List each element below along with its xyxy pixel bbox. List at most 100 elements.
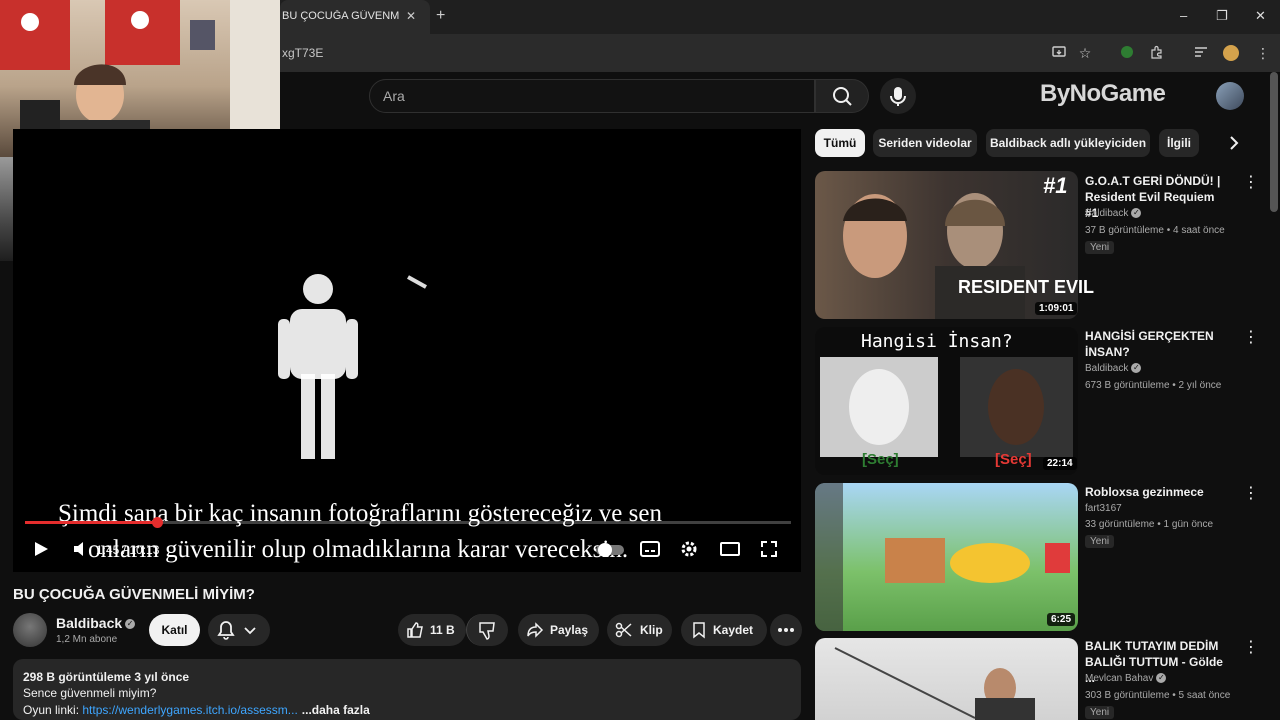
voice-search-button[interactable] (880, 78, 916, 114)
channel-name-text[interactable]: Baldiback (56, 615, 122, 631)
chip-series[interactable]: Seriden videolar (873, 129, 977, 157)
search-input[interactable]: Ara (383, 88, 405, 104)
more-actions-button[interactable] (770, 614, 802, 646)
rec-channel[interactable]: Baldiback ✓ (1085, 208, 1142, 219)
theater-mode-button[interactable] (720, 541, 740, 562)
rec-channel-name[interactable]: Baldiback (1085, 363, 1128, 374)
description-prefix: Oyun linki: (23, 703, 83, 717)
rec-channel[interactable]: Baldiback ✓ (1085, 363, 1142, 374)
rec-channel-name[interactable]: Mevlcan Bahav (1085, 673, 1153, 684)
chevron-right-icon (1230, 136, 1239, 150)
play-button[interactable] (32, 540, 50, 563)
gear-icon (681, 541, 697, 557)
thumbs-down-icon (479, 622, 495, 640)
dislike-button[interactable] (466, 614, 508, 646)
progress-fill (25, 521, 157, 524)
progress-scrubber[interactable] (151, 517, 163, 528)
verified-icon: ✓ (125, 619, 136, 630)
subtitle-line-2: onların güvenilir olup olmadıklarına kar… (88, 536, 629, 563)
rec-menu-button[interactable]: ⋮ (1243, 483, 1259, 503)
captions-button[interactable] (640, 541, 660, 562)
rec-meta: 303 B görüntüleme • 5 saat önce (1085, 690, 1231, 701)
close-window-button[interactable]: ✕ (1255, 8, 1266, 24)
verified-icon: ✓ (1131, 363, 1142, 374)
install-app-icon[interactable] (1050, 44, 1068, 62)
play-icon (35, 542, 48, 556)
volume-button[interactable] (72, 540, 90, 563)
rec-menu-button[interactable]: ⋮ (1243, 327, 1259, 347)
rec-menu-button[interactable]: ⋮ (1243, 172, 1259, 192)
volume-icon (74, 542, 83, 556)
channel-name[interactable]: Baldiback ✓ (56, 615, 136, 631)
subscriber-count: 1,2 Mn abone (56, 634, 118, 645)
rec-duration: 1:09:01 (1035, 302, 1078, 315)
fullscreen-button[interactable] (760, 540, 778, 563)
rec-title[interactable]: HANGİSİ GERÇEKTEN İNSAN? (1085, 328, 1225, 360)
theater-icon (720, 542, 740, 556)
more-dots-icon (778, 628, 794, 632)
rec-channel[interactable]: Mevlcan Bahav ✓ (1085, 673, 1167, 684)
show-more-link[interactable]: ...daha fazla (302, 703, 370, 717)
autoplay-toggle[interactable] (596, 542, 624, 563)
extension-icon[interactable] (1118, 44, 1136, 62)
rec-duration: 6:25 (1047, 613, 1076, 626)
notification-bell-button[interactable] (208, 614, 270, 646)
scrollbar[interactable] (1270, 72, 1278, 212)
description-line-1: Sence güvenmeli miyim? (23, 686, 157, 700)
account-avatar[interactable] (1216, 82, 1244, 110)
maximize-button[interactable]: ❐ (1216, 8, 1228, 24)
tab-title[interactable]: BU ÇOCUĞA GÜVENMELİ MİYİM (282, 10, 400, 22)
bookmark-icon (690, 621, 708, 644)
share-label: Paylaş (550, 623, 589, 637)
rec-channel[interactable]: fart3167 (1085, 503, 1122, 514)
rec-menu-button[interactable]: ⋮ (1243, 637, 1259, 657)
save-label: Kaydet (713, 623, 754, 637)
share-icon (526, 621, 544, 644)
description-link[interactable]: https://wenderlygames.itch.io/assessm... (82, 703, 297, 717)
microphone-icon (890, 87, 906, 106)
search-button[interactable] (815, 79, 869, 113)
rec-new-badge: Yeni (1085, 706, 1115, 719)
rec-channel-name[interactable]: Baldiback (1085, 208, 1128, 219)
search-icon (833, 87, 852, 106)
chip-related[interactable]: İlgili (1159, 129, 1199, 157)
verified-icon: ✓ (1131, 208, 1142, 219)
minimize-button[interactable]: – (1180, 8, 1187, 23)
views-and-date: 298 B görüntüleme 3 yıl önce (23, 670, 190, 684)
rec-thumb-text: RESIDENT EVIL (958, 277, 1095, 297)
scissors-icon (615, 621, 633, 644)
rec-meta: 673 B görüntüleme • 2 yıl önce (1085, 380, 1222, 391)
url-text[interactable]: xgT73E (282, 46, 323, 60)
join-button[interactable]: Katıl (149, 614, 200, 646)
new-tab-button[interactable]: + (436, 7, 445, 25)
video-title: BU ÇOCUĞA GÜVENMELİ MİYİM? (13, 586, 255, 603)
bell-icon (217, 621, 256, 640)
thumbs-up-icon (406, 621, 424, 644)
rec-thumbnail[interactable] (815, 638, 1078, 720)
menu-dots-icon[interactable]: ⋮ (1254, 44, 1272, 62)
description-line-2: Oyun linki: https://wenderlygames.itch.i… (23, 703, 370, 717)
reading-list-icon[interactable] (1192, 44, 1210, 62)
rec-thumbnail[interactable] (815, 483, 1078, 631)
channel-avatar[interactable] (13, 613, 47, 647)
chip-all[interactable]: Tümü (815, 129, 865, 157)
rec-thumb-number: #1 (1043, 173, 1068, 198)
puzzle-icon[interactable] (1148, 44, 1166, 62)
like-count: 11 B (430, 623, 455, 637)
chips-next-button[interactable] (1226, 135, 1242, 156)
tab-close-icon[interactable]: ✕ (406, 9, 416, 23)
settings-button[interactable] (680, 540, 698, 563)
rec-new-badge: Yeni (1085, 535, 1115, 548)
fullscreen-icon (761, 541, 777, 557)
rec-thumb-label: [Seç] (862, 451, 899, 468)
captions-icon (640, 541, 660, 557)
chip-uploader[interactable]: Baldiback adlı yükleyiciden (986, 129, 1150, 157)
bookmark-star-icon[interactable]: ☆ (1076, 44, 1094, 62)
rec-thumb-label: [Seç] (995, 451, 1032, 468)
rec-meta: 33 görüntüleme • 1 gün önce (1085, 519, 1214, 530)
search-box[interactable] (369, 79, 815, 113)
rec-title[interactable]: Robloxsa gezinmece (1085, 484, 1225, 500)
rec-new-badge: Yeni (1085, 241, 1115, 254)
rec-meta: 37 B görüntüleme • 4 saat önce (1085, 225, 1225, 236)
profile-icon[interactable] (1222, 44, 1240, 62)
